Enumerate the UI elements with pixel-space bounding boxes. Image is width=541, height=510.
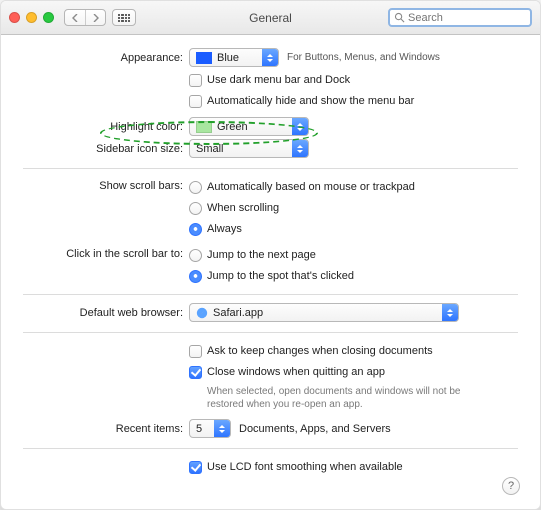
scrollbars-auto-label: Automatically based on mouse or trackpad xyxy=(207,181,415,193)
lcd-smoothing-label: Use LCD font smoothing when available xyxy=(207,461,403,473)
green-swatch-icon xyxy=(196,121,212,133)
appearance-label: Appearance: xyxy=(23,52,189,64)
highlight-value: Green xyxy=(217,121,248,133)
zoom-window-button[interactable] xyxy=(43,12,54,23)
minimize-window-button[interactable] xyxy=(26,12,37,23)
close-windows-hint: When selected, open documents and window… xyxy=(207,385,489,411)
browser-label: Default web browser: xyxy=(23,307,189,319)
separator xyxy=(23,448,518,449)
scrollbars-always-label: Always xyxy=(207,223,242,235)
clickbar-label: Click in the scroll bar to: xyxy=(23,248,189,260)
content-area: Appearance: Blue For Buttons, Menus, and… xyxy=(1,35,540,487)
recent-items-suffix: Documents, Apps, and Servers xyxy=(239,423,391,435)
search-icon xyxy=(394,12,405,23)
preferences-window: General Appearance: Blue For Buttons, Me… xyxy=(0,0,541,510)
browser-value: Safari.app xyxy=(213,307,263,319)
close-windows-checkbox[interactable] xyxy=(189,366,202,379)
updown-icon xyxy=(292,118,308,135)
clickbar-spot-label: Jump to the spot that's clicked xyxy=(207,270,354,282)
close-windows-label: Close windows when quitting an app xyxy=(207,366,385,378)
updown-icon xyxy=(214,420,230,437)
search-field-wrap[interactable] xyxy=(388,8,532,27)
separator xyxy=(23,168,518,169)
titlebar: General xyxy=(1,1,540,35)
recent-items-select[interactable]: 5 xyxy=(189,419,231,438)
highlight-color-select[interactable]: Green xyxy=(189,117,309,136)
updown-icon xyxy=(292,140,308,157)
updown-icon xyxy=(442,304,458,321)
sidebar-size-label: Sidebar icon size: xyxy=(23,143,189,155)
separator xyxy=(23,294,518,295)
separator xyxy=(23,332,518,333)
auto-hide-menu-checkbox[interactable] xyxy=(189,95,202,108)
blue-swatch-icon xyxy=(196,52,212,64)
dark-menu-checkbox[interactable] xyxy=(189,74,202,87)
scrollbars-scrolling-radio[interactable] xyxy=(189,202,202,215)
question-icon: ? xyxy=(508,480,514,492)
clickbar-next-radio[interactable] xyxy=(189,249,202,262)
forward-button[interactable] xyxy=(85,10,105,25)
search-input[interactable] xyxy=(408,12,526,24)
appearance-value: Blue xyxy=(217,52,239,64)
close-window-button[interactable] xyxy=(9,12,20,23)
scrollbars-scrolling-label: When scrolling xyxy=(207,202,279,214)
auto-hide-menu-label: Automatically hide and show the menu bar xyxy=(207,95,414,107)
ask-keep-changes-checkbox[interactable] xyxy=(189,345,202,358)
sidebar-size-select[interactable]: Small xyxy=(189,139,309,158)
lcd-smoothing-checkbox[interactable] xyxy=(189,461,202,474)
show-all-button[interactable] xyxy=(112,9,136,26)
sidebar-size-value: Small xyxy=(196,143,224,155)
default-browser-select[interactable]: Safari.app xyxy=(189,303,459,322)
scrollbars-label: Show scroll bars: xyxy=(23,180,189,192)
safari-icon xyxy=(196,307,208,319)
help-button[interactable]: ? xyxy=(502,477,520,495)
dark-menu-label: Use dark menu bar and Dock xyxy=(207,74,350,86)
recent-items-label: Recent items: xyxy=(23,423,189,435)
nav-back-forward xyxy=(64,9,106,26)
appearance-select[interactable]: Blue xyxy=(189,48,279,67)
scrollbars-auto-radio[interactable] xyxy=(189,181,202,194)
clickbar-spot-radio[interactable] xyxy=(189,270,202,283)
scrollbars-always-radio[interactable] xyxy=(189,223,202,236)
recent-items-value: 5 xyxy=(196,423,202,435)
window-controls xyxy=(9,12,54,23)
clickbar-next-label: Jump to the next page xyxy=(207,249,316,261)
back-button[interactable] xyxy=(65,10,85,25)
appearance-hint: For Buttons, Menus, and Windows xyxy=(287,52,440,63)
updown-icon xyxy=(262,49,278,66)
highlight-label: Highlight color: xyxy=(23,121,189,133)
ask-keep-changes-label: Ask to keep changes when closing documen… xyxy=(207,345,433,357)
